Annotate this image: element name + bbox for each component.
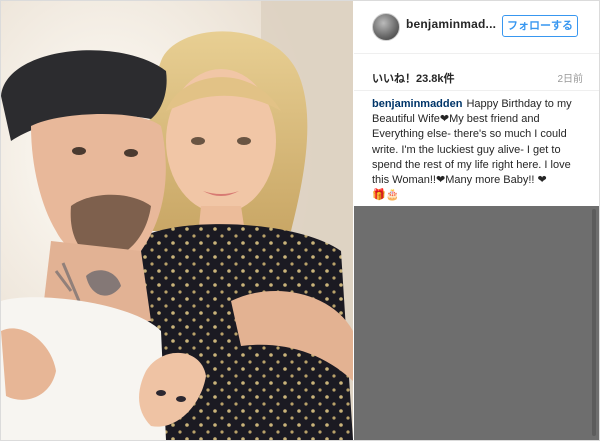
post-caption: benjaminmadden Happy Birthday to my Beaut… [372,97,590,203]
profile-avatar[interactable] [372,13,400,41]
comments-area-overlay [354,206,599,440]
follow-button[interactable]: フォローする [502,15,578,37]
post-header: benjaminmad... フォローする [354,1,599,54]
instagram-post-embed: benjaminmad... フォローする いいね！23.8k件 2日前 ben… [0,0,600,441]
post-stats: いいね！23.8k件 2日前 [354,54,599,91]
couple-selfie-illustration [1,1,353,440]
caption-text: Happy Birthday to my Beautiful Wife❤My b… [372,98,572,187]
post-photo[interactable] [1,1,353,440]
post-time[interactable]: 2日前 [557,70,583,85]
scrollbar[interactable] [592,209,596,436]
caption-emoji: 🎁🎂 [372,189,400,202]
caption-username[interactable]: benjaminmadden [372,98,462,110]
likes-count[interactable]: いいね！23.8k件 [372,70,455,86]
post-sidebar: benjaminmad... フォローする いいね！23.8k件 2日前 ben… [354,1,599,440]
post-username[interactable]: benjaminmad... [406,17,496,31]
